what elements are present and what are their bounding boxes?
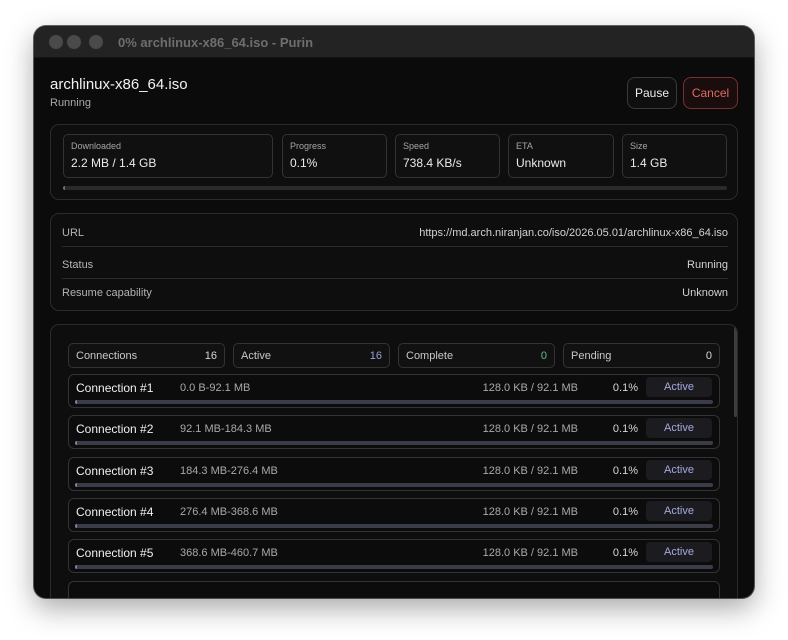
summary-active: Active 16 — [233, 343, 390, 368]
connection-range: 92.1 MB-184.3 MB — [180, 423, 272, 435]
connection-progress-bar — [75, 524, 713, 528]
connection-percent: 0.1% — [612, 382, 638, 394]
connection-state-badge: Active — [646, 377, 712, 397]
connection-progress-fill — [75, 524, 78, 528]
info-row-status: Status Running — [62, 251, 728, 279]
close-window-icon[interactable] — [49, 35, 63, 49]
info-panel: URL https://md.arch.niranjan.co/iso/2026… — [50, 213, 738, 311]
connection-range: 368.6 MB-460.7 MB — [180, 547, 278, 559]
status-value: Running — [687, 258, 728, 271]
overall-progress-fill — [63, 186, 66, 190]
pause-button[interactable]: Pause — [627, 77, 677, 109]
download-window: 0% archlinux-x86_64.iso - Purin archlinu… — [34, 26, 754, 598]
stat-downloaded: Downloaded 2.2 MB / 1.4 GB — [63, 134, 273, 178]
connection-progress-bar — [75, 483, 713, 487]
title-bar[interactable]: 0% archlinux-x86_64.iso - Purin — [34, 26, 754, 58]
connections-panel[interactable]: Connections 16 Active 16 Complete 0 Pend… — [50, 324, 738, 598]
connection-name: Connection #2 — [76, 422, 154, 436]
connection-state-badge: Active — [646, 418, 712, 438]
summary-value: 0 — [705, 349, 712, 362]
connection-bytes: 128.0 KB / 92.1 MB — [482, 465, 578, 477]
stat-value: 2.2 MB / 1.4 GB — [71, 156, 157, 170]
stat-label: Progress — [290, 141, 327, 151]
connection-name: Connection #4 — [76, 505, 154, 519]
resume-value: Unknown — [682, 287, 728, 299]
stat-speed: Speed 738.4 KB/s — [395, 134, 500, 178]
connection-percent: 0.1% — [612, 547, 638, 559]
connection-progress-fill — [75, 483, 78, 487]
zoom-window-icon[interactable] — [89, 35, 103, 49]
connection-bytes: 128.0 KB / 92.1 MB — [482, 382, 578, 394]
connection-percent: 0.1% — [612, 506, 638, 518]
connection-row[interactable]: Connection #3 184.3 MB-276.4 MB 128.0 KB… — [68, 457, 720, 491]
connection-row-partial[interactable] — [68, 581, 720, 598]
summary-label: Pending — [571, 349, 612, 362]
connection-row[interactable]: Connection #4 276.4 MB-368.6 MB 128.0 KB… — [68, 498, 720, 532]
file-name: archlinux-x86_64.iso — [50, 76, 188, 93]
connection-percent: 0.1% — [612, 465, 638, 477]
connection-percent: 0.1% — [612, 423, 638, 435]
connection-progress-fill — [75, 400, 78, 404]
connection-bytes: 128.0 KB / 92.1 MB — [482, 506, 578, 518]
connection-row[interactable]: Connection #5 368.6 MB-460.7 MB 128.0 KB… — [68, 539, 720, 573]
connection-state-badge: Active — [646, 542, 712, 562]
stat-label: Downloaded — [71, 141, 122, 151]
stat-value: 1.4 GB — [630, 156, 668, 170]
stat-size: Size 1.4 GB — [622, 134, 727, 178]
url-value[interactable]: https://md.arch.niranjan.co/iso/2026.05.… — [419, 227, 728, 239]
info-label: Resume capability — [62, 287, 152, 299]
connection-progress-bar — [75, 565, 713, 569]
connection-row[interactable]: Connection #2 92.1 MB-184.3 MB 128.0 KB … — [68, 415, 720, 449]
info-label: Status — [62, 258, 94, 271]
minimize-window-icon[interactable] — [67, 35, 81, 49]
summary-pending: Pending 0 — [563, 343, 720, 368]
info-row-resume: Resume capability Unknown — [62, 279, 728, 307]
summary-connections: Connections 16 — [68, 343, 225, 368]
overall-progress-bar — [63, 186, 727, 190]
stat-label: Speed — [403, 141, 430, 151]
connection-bytes: 128.0 KB / 92.1 MB — [482, 547, 578, 559]
download-status: Running — [50, 97, 91, 109]
cancel-button[interactable]: Cancel — [683, 77, 738, 109]
summary-label: Complete — [406, 349, 454, 362]
connection-progress-fill — [75, 441, 78, 445]
summary-value: 0 — [540, 349, 547, 362]
info-label: URL — [62, 226, 85, 239]
connection-range: 276.4 MB-368.6 MB — [180, 506, 278, 518]
summary-complete: Complete 0 — [398, 343, 555, 368]
stat-eta: ETA Unknown — [508, 134, 614, 178]
connection-name: Connection #3 — [76, 464, 154, 478]
connection-state-badge: Active — [646, 501, 712, 521]
connection-state-badge: Active — [646, 460, 712, 480]
connection-range: 184.3 MB-276.4 MB — [180, 465, 278, 477]
connection-name: Connection #5 — [76, 546, 154, 560]
connection-range: 0.0 B-92.1 MB — [180, 382, 251, 394]
window-title: 0% archlinux-x86_64.iso - Purin — [118, 35, 314, 50]
connection-row[interactable]: Connection #1 0.0 B-92.1 MB 128.0 KB / 9… — [68, 374, 720, 408]
summary-value: 16 — [204, 349, 217, 362]
summary-value: 16 — [369, 349, 382, 362]
summary-label: Connections — [76, 349, 138, 362]
stats-panel: Downloaded 2.2 MB / 1.4 GB Progress 0.1%… — [50, 124, 738, 200]
connection-progress-bar — [75, 400, 713, 404]
connection-name: Connection #1 — [76, 381, 154, 395]
stat-value: 738.4 KB/s — [403, 156, 462, 170]
stat-label: Size — [630, 141, 648, 151]
info-row-url: URL https://md.arch.niranjan.co/iso/2026… — [62, 219, 728, 247]
connection-progress-bar — [75, 441, 713, 445]
stat-value: 0.1% — [290, 156, 318, 170]
stat-value: Unknown — [516, 156, 567, 170]
connection-bytes: 128.0 KB / 92.1 MB — [482, 423, 578, 435]
stat-progress: Progress 0.1% — [282, 134, 387, 178]
connections-scrollbar[interactable] — [734, 327, 737, 417]
connection-progress-fill — [75, 565, 78, 569]
stat-label: ETA — [516, 141, 533, 151]
summary-label: Active — [241, 349, 271, 362]
